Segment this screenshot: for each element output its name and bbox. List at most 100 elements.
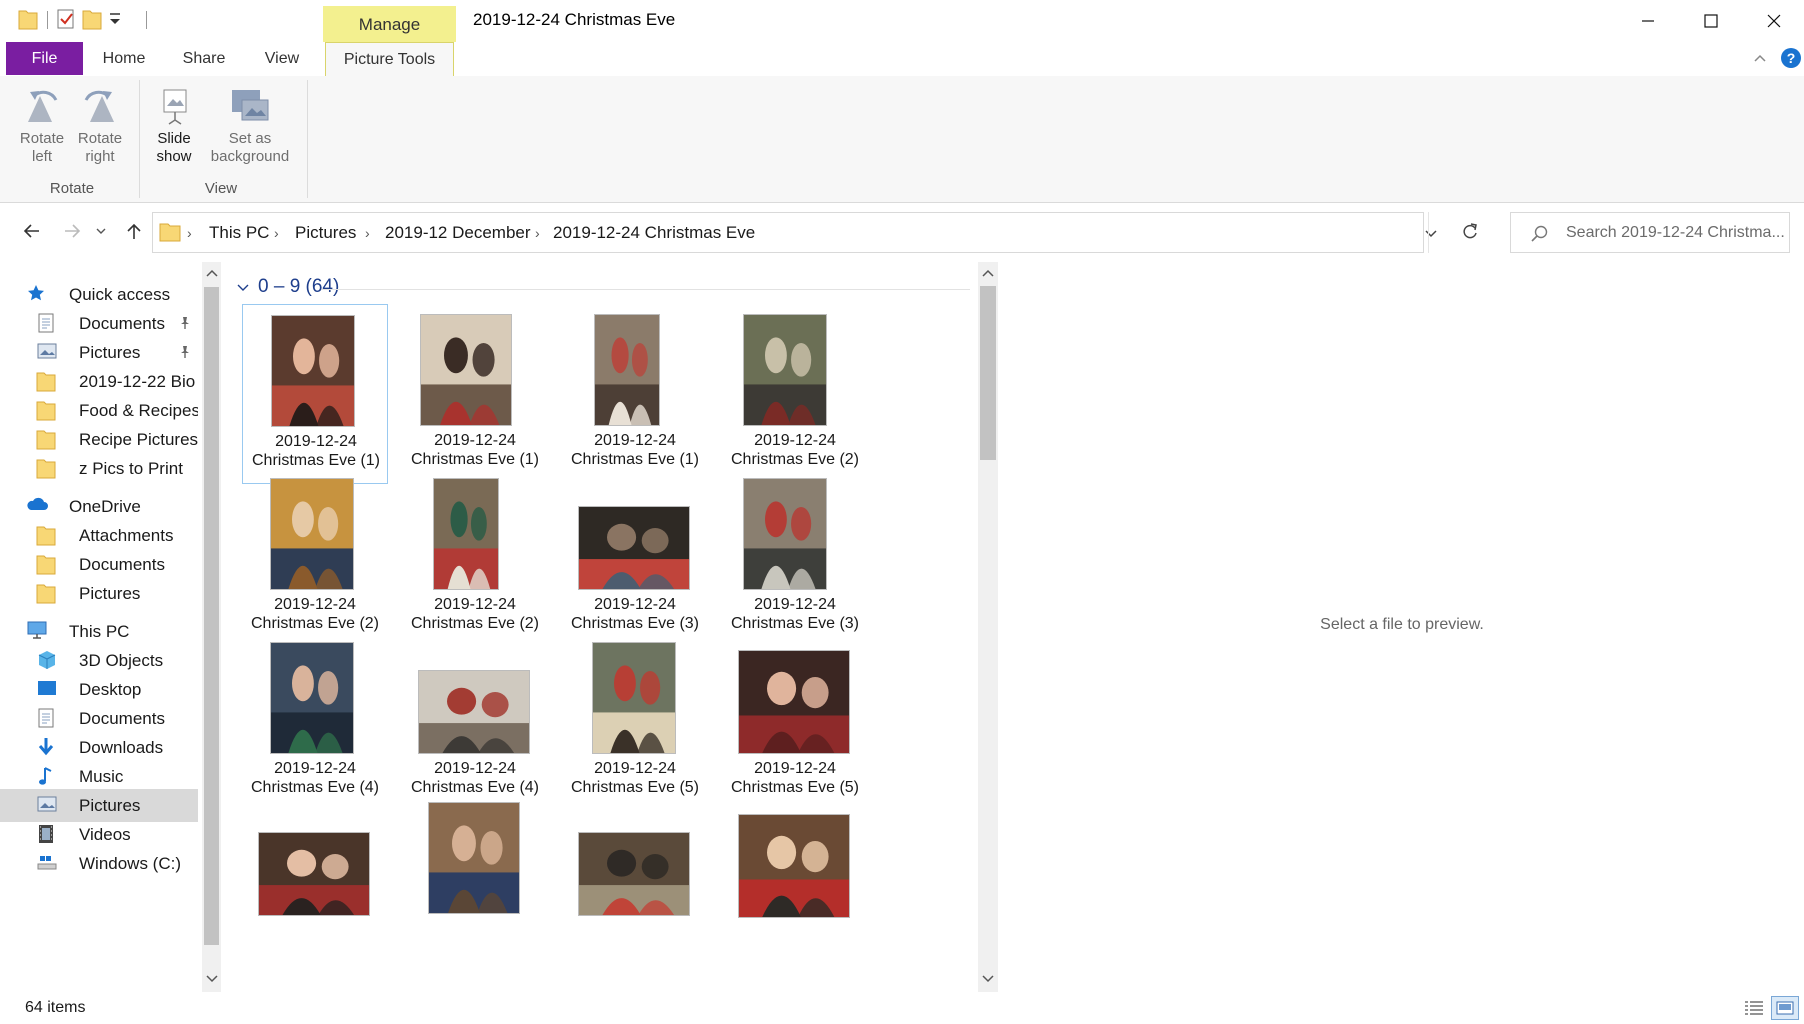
breadcrumb-2019-12-december[interactable]: 2019-12 December — [385, 223, 531, 243]
scrollbar-thumb[interactable] — [980, 286, 996, 460]
breadcrumb-this-pc[interactable]: This PC — [209, 223, 269, 243]
desktop-icon — [36, 678, 58, 698]
pin-icon — [178, 345, 192, 359]
minimize-button[interactable] — [1617, 0, 1679, 42]
chevron-right-icon[interactable]: › — [187, 225, 192, 241]
breadcrumb-pictures[interactable]: Pictures — [295, 223, 356, 243]
back-button[interactable] — [19, 218, 45, 244]
chevron-right-icon[interactable]: › — [365, 225, 370, 241]
nav-item-label: 2019-12-22 Bio F — [79, 372, 198, 391]
set-as-background-label: Set as — [228, 130, 272, 147]
file-tile[interactable]: 2019-12-24 Christmas Eve (5) — [722, 632, 868, 812]
desktop-background-icon — [232, 90, 269, 121]
tab-view[interactable]: View — [254, 42, 310, 75]
file-name: 2019-12-24 — [594, 596, 676, 613]
manage-contextual-tab[interactable]: Manage — [323, 6, 456, 43]
drive-icon — [36, 852, 58, 872]
file-tile[interactable]: 2019-12-24 Christmas Eve (5) — [562, 632, 708, 812]
group-header[interactable]: 0 – 9 (64) — [258, 276, 339, 298]
help-icon[interactable]: ? — [1780, 47, 1802, 69]
file-name: 2019-12-24 — [754, 432, 836, 449]
file-tile[interactable] — [402, 796, 548, 976]
tab-picture-tools[interactable]: Picture Tools — [325, 42, 454, 77]
scroll-up-icon[interactable] — [982, 268, 994, 278]
properties-icon[interactable] — [56, 8, 76, 30]
details-view-button[interactable] — [1740, 996, 1768, 1020]
recent-locations-button[interactable] — [93, 218, 109, 244]
tab-share[interactable]: Share — [175, 42, 233, 75]
tab-file[interactable]: File — [6, 42, 83, 75]
file-tile[interactable]: 2019-12-24 Christmas Eve (4) — [242, 632, 388, 812]
file-tile[interactable]: 2019-12-24 Christmas Eve (2) — [242, 468, 388, 648]
collapse-ribbon-icon[interactable] — [1752, 50, 1768, 66]
nav-item-z-pics-to-print[interactable]: z Pics to Print — [0, 452, 198, 485]
file-tile[interactable] — [562, 796, 708, 976]
folder-icon — [159, 221, 181, 243]
file-name: 2019-12-24 — [275, 433, 357, 450]
nav-item-windows-c[interactable]: Windows (C:) — [0, 847, 198, 880]
close-button[interactable] — [1743, 0, 1804, 42]
rotate-right-icon — [84, 90, 114, 122]
rotate-left-label: Rotate — [19, 130, 65, 147]
rotate-left-button[interactable]: Rotate left — [12, 86, 72, 166]
file-name: 2019-12-24 — [594, 432, 676, 449]
file-tile[interactable]: 2019-12-24 Christmas Eve (1) — [562, 304, 708, 484]
scroll-up-icon[interactable] — [206, 268, 218, 278]
file-tile[interactable]: 2019-12-24 Christmas Eve (4) — [402, 632, 548, 812]
nav-item-label: This PC — [69, 622, 130, 641]
set-as-background-button[interactable]: Set as background — [204, 86, 296, 166]
scrollbar-thumb[interactable] — [204, 287, 219, 945]
qat-separator — [146, 11, 147, 29]
forward-button[interactable] — [59, 218, 85, 244]
file-tile[interactable] — [722, 796, 868, 976]
folder-icon — [36, 399, 56, 421]
photo-thumbnail — [592, 642, 676, 754]
file-tile[interactable]: 2019-12-24 Christmas Eve (3) — [722, 468, 868, 648]
navigation-pane-scrollbar[interactable] — [202, 262, 221, 992]
customize-qat-icon[interactable] — [108, 12, 122, 28]
collapse-group-icon[interactable] — [236, 282, 250, 294]
folder-icon[interactable] — [18, 8, 38, 30]
address-dropdown-icon[interactable] — [1423, 225, 1439, 241]
nav-item-label: Downloads — [79, 738, 164, 757]
rotate-left-label: left — [31, 148, 52, 165]
folder-icon — [36, 428, 56, 450]
file-tile[interactable]: 2019-12-24 Christmas Eve (1) — [242, 304, 388, 484]
maximize-button[interactable] — [1680, 0, 1742, 42]
nav-item-label: Pictures — [79, 584, 141, 603]
new-folder-icon[interactable] — [82, 8, 102, 30]
chevron-right-icon[interactable]: › — [274, 225, 279, 241]
file-tile[interactable] — [242, 796, 388, 976]
scroll-down-icon[interactable] — [982, 974, 994, 984]
window-title: 2019-12-24 Christmas Eve — [473, 10, 676, 29]
tab-home[interactable]: Home — [94, 42, 154, 75]
breadcrumb-current-folder[interactable]: 2019-12-24 Christmas Eve — [553, 223, 755, 243]
group-divider — [322, 289, 970, 290]
file-list-scrollbar[interactable] — [978, 262, 998, 992]
chevron-right-icon[interactable]: › — [535, 225, 540, 241]
file-tile[interactable]: 2019-12-24 Christmas Eve (2) — [402, 468, 548, 648]
slide-show-label: show — [156, 148, 192, 165]
up-arrow-icon — [127, 223, 141, 239]
slide-show-button[interactable]: Slide show — [146, 86, 202, 166]
file-tile[interactable]: 2019-12-24 Christmas Eve (1) — [402, 304, 548, 484]
svg-text:?: ? — [1787, 50, 1796, 66]
refresh-icon — [1463, 223, 1477, 239]
maximize-icon — [1704, 14, 1718, 28]
address-bar[interactable]: › This PC › Pictures › 2019-12 December … — [152, 212, 1437, 253]
refresh-button[interactable] — [1460, 222, 1480, 242]
nav-item-pictures[interactable]: Pictures — [0, 577, 198, 610]
file-tile[interactable]: 2019-12-24 Christmas Eve (2) — [722, 304, 868, 484]
file-list-view: 0 – 9 (64) 2019-12-24 Christmas Eve (1) 20… — [222, 262, 978, 992]
rotate-right-button[interactable]: Rotate right — [70, 86, 130, 166]
file-tile[interactable]: 2019-12-24 Christmas Eve (3) — [562, 468, 708, 648]
search-box[interactable]: Search 2019-12-24 Christma... — [1510, 212, 1790, 253]
up-button[interactable] — [121, 218, 147, 244]
scroll-down-icon[interactable] — [206, 974, 218, 984]
ribbon-tab-bar: File Home Share View Picture Tools ? — [0, 42, 1804, 118]
large-icons-view-button[interactable] — [1771, 996, 1799, 1020]
rotate-right-label: right — [85, 148, 115, 165]
star-icon — [26, 283, 46, 303]
photo-thumbnail — [258, 832, 370, 916]
photo-thumbnail — [578, 506, 690, 590]
